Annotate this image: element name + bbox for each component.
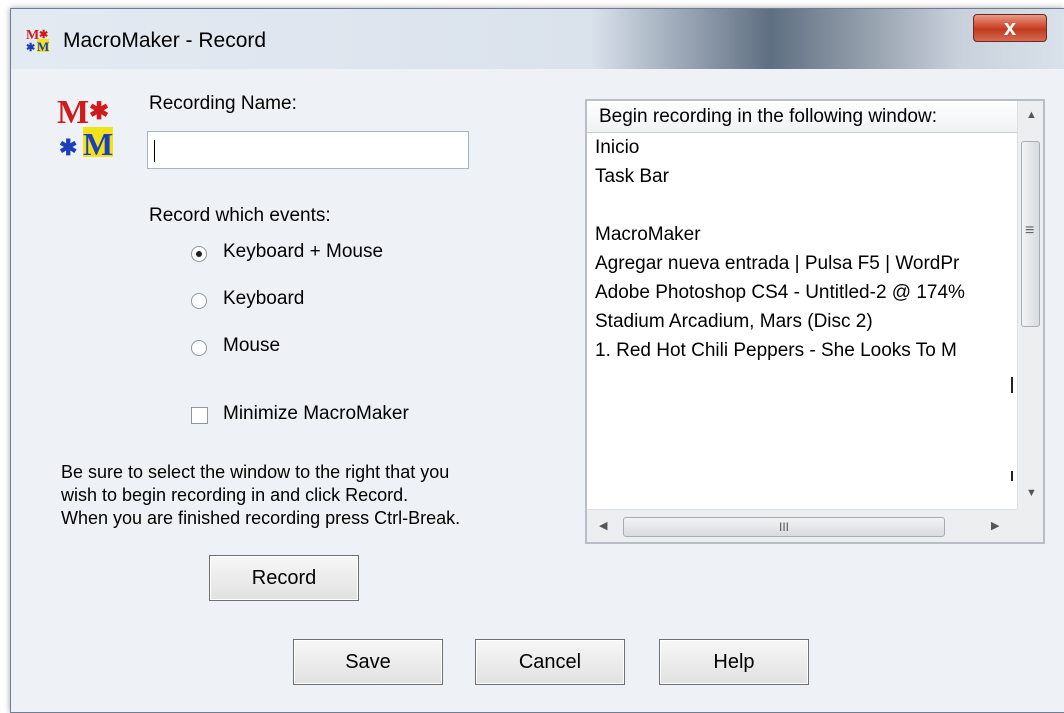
svg-text:✱: ✱: [89, 98, 109, 125]
scroll-left-arrow-icon[interactable]: ◀: [599, 519, 607, 532]
radio-keyboard-label[interactable]: Keyboard: [223, 288, 304, 310]
truncated-text-fragment: [1011, 377, 1013, 393]
dialog-client-area: M ✱ ✱ M Recording Name: Record which eve…: [19, 69, 1064, 704]
macromaker-logo-icon: M ✱ ✱ M: [57, 94, 113, 159]
list-item[interactable]: Inicio: [587, 133, 1017, 162]
list-item[interactable]: 1. Red Hot Chili Peppers - She Looks To …: [587, 336, 1017, 365]
instructions-line: When you are finished recording press Ct…: [61, 508, 461, 528]
list-item[interactable]: Agregar nueva entrada | Pulsa F5 | WordP…: [587, 249, 1017, 278]
recording-name-label: Recording Name:: [149, 93, 297, 114]
list-item[interactable]: Adobe Photoshop CS4 - Untitled-2 @ 174%: [587, 278, 1017, 307]
scrollbar-corner: [1017, 509, 1043, 542]
window-list[interactable]: Begin recording in the following window:…: [585, 99, 1045, 544]
svg-text:M: M: [37, 39, 49, 53]
instructions-line: wish to begin recording in and click Rec…: [61, 485, 409, 505]
svg-text:✱: ✱: [26, 42, 35, 53]
record-events-label: Record which events:: [149, 205, 331, 226]
scroll-up-arrow-icon[interactable]: ▲: [1026, 109, 1037, 121]
vertical-scroll-thumb[interactable]: ≡: [1021, 141, 1040, 327]
instructions-line: Be sure to select the window to the righ…: [61, 462, 450, 482]
record-button[interactable]: Record: [209, 555, 359, 601]
radio-mouse[interactable]: [191, 340, 207, 356]
horizontal-scroll-thumb[interactable]: III: [623, 517, 945, 537]
list-item[interactable]: MacroMaker: [587, 220, 1017, 249]
radio-keyboard-mouse[interactable]: [191, 246, 207, 262]
grip-icon: ≡: [1025, 222, 1035, 239]
radio-keyboard-mouse-label[interactable]: Keyboard + Mouse: [223, 241, 383, 263]
scroll-right-arrow-icon[interactable]: ▶: [991, 519, 999, 532]
macromaker-logo-icon: M ✱ ✱ M: [26, 28, 49, 53]
minimize-checkbox-label[interactable]: Minimize MacroMaker: [223, 403, 409, 425]
radio-mouse-label[interactable]: Mouse: [223, 335, 280, 357]
svg-text:✱: ✱: [59, 135, 77, 159]
radio-keyboard[interactable]: [191, 293, 207, 309]
list-item[interactable]: Stadium Arcadium, Mars (Disc 2): [587, 307, 1017, 336]
title-bar: M ✱ ✱ M MacroMaker - Record x: [11, 9, 1064, 69]
text-caret: [154, 140, 155, 162]
instructions-text: Be sure to select the window to the righ…: [61, 461, 460, 530]
horizontal-scrollbar[interactable]: ◀ III ▶: [587, 509, 1017, 542]
close-icon: x: [1003, 15, 1017, 40]
svg-text:M: M: [83, 126, 113, 159]
list-item[interactable]: Task Bar: [587, 162, 1017, 191]
close-button[interactable]: x: [973, 14, 1047, 42]
cancel-button[interactable]: Cancel: [475, 639, 625, 685]
scroll-down-arrow-icon[interactable]: ▼: [1026, 487, 1037, 499]
save-button[interactable]: Save: [293, 639, 443, 685]
window-list-body[interactable]: Inicio Task Bar MacroMaker Agregar nueva…: [587, 133, 1017, 509]
minimize-checkbox[interactable]: [191, 407, 208, 424]
window-title: MacroMaker - Record: [63, 29, 267, 52]
truncated-text-fragment: [1011, 471, 1013, 481]
list-item[interactable]: [587, 191, 1017, 220]
window-list-header: Begin recording in the following window:: [587, 101, 1017, 133]
macromaker-record-dialog: M ✱ ✱ M MacroMaker - Record x M ✱ ✱ M Re…: [10, 8, 1064, 713]
vertical-scrollbar[interactable]: ▲ ≡ ▼: [1017, 101, 1043, 509]
recording-name-input[interactable]: [147, 131, 469, 169]
help-button[interactable]: Help: [659, 639, 809, 685]
